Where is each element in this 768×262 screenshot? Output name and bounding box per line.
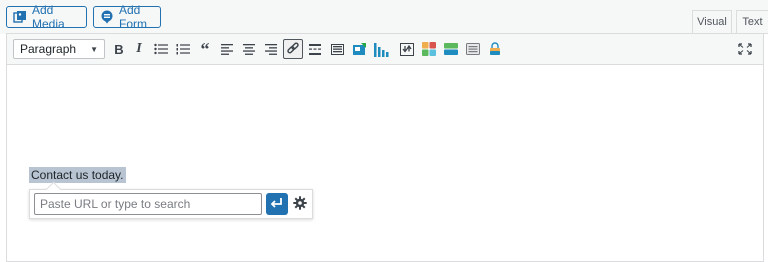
bar-chart-icon xyxy=(373,41,389,57)
read-more-button[interactable] xyxy=(305,39,325,59)
form-icon xyxy=(100,10,114,24)
keyboard-icon xyxy=(330,43,344,55)
bold-icon: B xyxy=(114,41,124,57)
read-more-icon xyxy=(309,43,321,55)
align-center-button[interactable] xyxy=(239,39,259,59)
fullscreen-icon xyxy=(738,43,752,55)
insert-link-button[interactable] xyxy=(283,39,303,59)
apply-link-button[interactable] xyxy=(266,193,288,215)
add-form-label: Add Form xyxy=(119,3,147,31)
gear-icon xyxy=(293,195,307,213)
format-select-value: Paragraph xyxy=(20,42,77,56)
editor-mode-tabs: Visual Text xyxy=(688,10,768,34)
format-select[interactable]: Paragraph ▼ xyxy=(13,39,105,59)
numbered-list-button[interactable] xyxy=(173,39,193,59)
tab-visual[interactable]: Visual xyxy=(692,10,732,34)
add-form-button[interactable]: Add Form xyxy=(93,3,161,31)
blockquote-icon: “ xyxy=(200,38,210,59)
italic-icon: I xyxy=(136,41,142,56)
plugin-download-button[interactable] xyxy=(397,39,417,59)
editor-content-area[interactable]: Contact us today. xyxy=(7,65,763,261)
add-media-label: Add Media xyxy=(32,3,65,31)
tab-text[interactable]: Text xyxy=(736,10,768,34)
list-box-icon xyxy=(466,43,480,55)
editor-toolbar: Paragraph ▼ B I “ xyxy=(7,34,763,65)
visual-editor: Paragraph ▼ B I “ Contact us today. Past… xyxy=(6,33,764,262)
plugin-insert-button[interactable] xyxy=(349,39,369,59)
download-icon xyxy=(400,42,414,56)
fullscreen-button[interactable] xyxy=(735,39,755,59)
media-icon xyxy=(13,10,27,24)
url-search-input[interactable] xyxy=(34,193,262,215)
toolbar-toggle-button[interactable] xyxy=(327,39,347,59)
link-options-button[interactable] xyxy=(290,193,310,215)
plugin-grid-button[interactable] xyxy=(419,39,439,59)
bold-button[interactable]: B xyxy=(109,39,129,59)
inline-link-popup xyxy=(29,189,313,219)
selected-text[interactable]: Contact us today. xyxy=(29,167,126,183)
align-left-button[interactable] xyxy=(217,39,237,59)
chevron-down-icon: ▼ xyxy=(90,44,98,54)
plugin-chart-button[interactable] xyxy=(371,39,391,59)
numbered-list-icon xyxy=(176,43,190,55)
plugin-bar-button[interactable] xyxy=(441,39,461,59)
italic-button[interactable]: I xyxy=(129,39,149,59)
stacked-bar-icon xyxy=(444,43,458,55)
plugin-lock-button[interactable] xyxy=(485,39,505,59)
align-left-icon xyxy=(221,43,233,55)
plugin-insert-icon xyxy=(351,42,367,56)
align-right-icon xyxy=(265,43,277,55)
align-center-icon xyxy=(243,43,255,55)
link-icon xyxy=(286,42,300,56)
blockquote-button[interactable]: “ xyxy=(195,39,215,59)
align-right-button[interactable] xyxy=(261,39,281,59)
plugin-list-button[interactable] xyxy=(463,39,483,59)
lock-icon xyxy=(488,42,502,56)
bulleted-list-icon xyxy=(154,43,168,55)
grid-icon xyxy=(422,42,436,56)
editor-header: Add Media Add Form Visual Text xyxy=(0,0,768,34)
add-media-button[interactable]: Add Media xyxy=(6,3,87,31)
bulleted-list-button[interactable] xyxy=(151,39,171,59)
enter-arrow-icon xyxy=(270,197,284,212)
